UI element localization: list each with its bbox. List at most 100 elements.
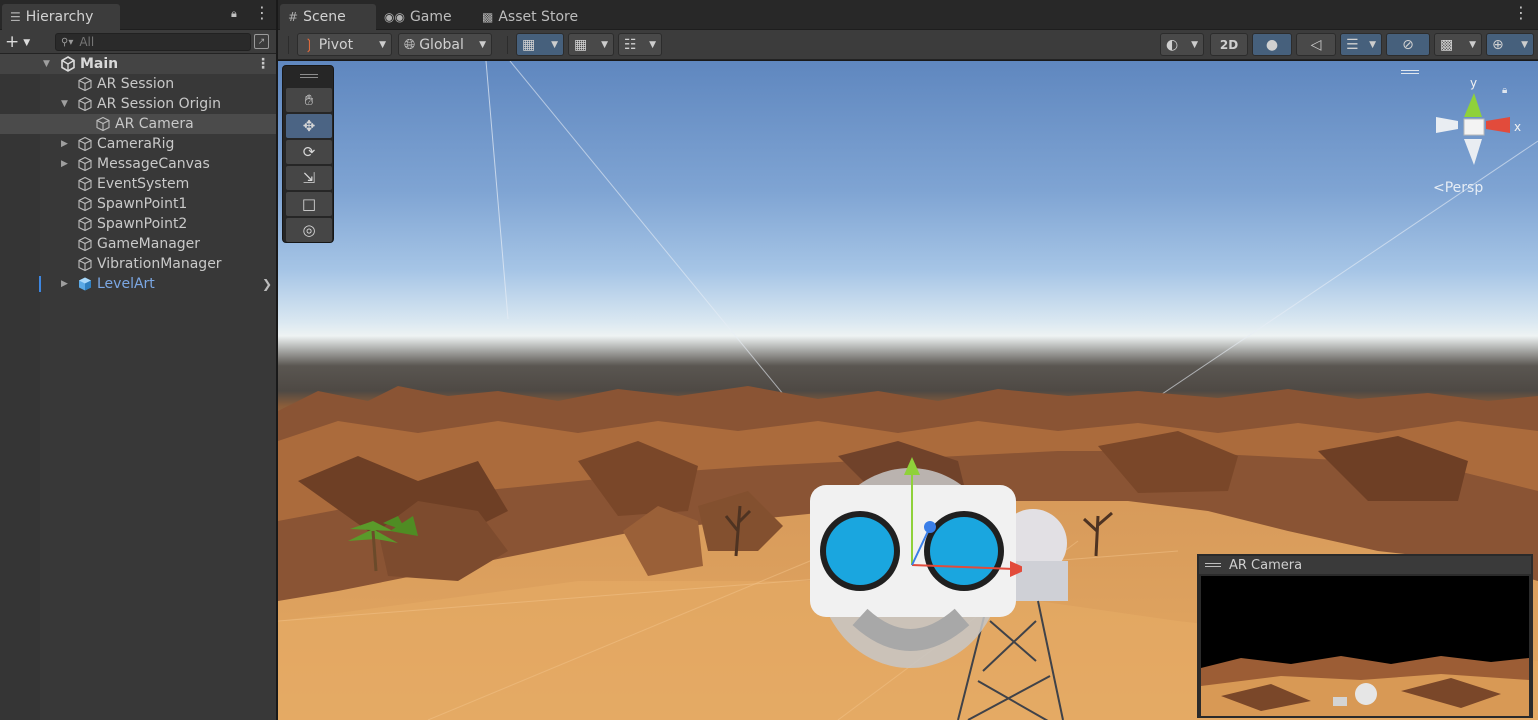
gameobject-icon xyxy=(78,236,92,252)
hierarchy-item[interactable]: ▶ CameraRig xyxy=(0,134,276,154)
hand-tool[interactable]: ✋︎ xyxy=(286,88,332,112)
scene-name: Main xyxy=(80,56,119,72)
camera-icon: ▩ xyxy=(1440,36,1454,53)
gizmo-x-label: x xyxy=(1514,120,1521,134)
transform-tool[interactable]: ◎ xyxy=(286,218,332,242)
hierarchy-search[interactable]: ⚲▾ xyxy=(55,33,251,51)
scene-search-icon[interactable]: ↗ xyxy=(254,34,269,49)
expanded-arrow-icon[interactable]: ▼ xyxy=(61,99,68,109)
draw-mode-dropdown[interactable]: ◐ ▼ xyxy=(1160,33,1204,56)
gizmo-icon: ⊕ xyxy=(1492,36,1504,53)
grid-visibility-toggle[interactable]: ▦ ▼ xyxy=(516,33,564,56)
gameobject-icon xyxy=(78,76,92,92)
scene-tabbar: # Scene ◉◉ Game ▩ Asset Store ⋮ xyxy=(278,0,1538,30)
ar-camera-gizmo-icon[interactable] xyxy=(792,453,1022,673)
chevron-down-icon: ▼ xyxy=(601,39,608,50)
tab-scene[interactable]: # Scene xyxy=(280,4,376,30)
unity-scene-icon xyxy=(61,56,75,72)
hierarchy-item[interactable]: SpawnPoint1 xyxy=(0,194,276,214)
chevron-down-icon: ▼ xyxy=(23,37,31,48)
projection-label[interactable]: <Persp xyxy=(1433,180,1483,196)
chevron-down-icon: ▼ xyxy=(1469,39,1476,50)
chevron-down-icon: ▼ xyxy=(1191,39,1198,50)
effects-dropdown[interactable]: ☰ ▼ xyxy=(1340,33,1382,56)
hierarchy-item-label: AR Camera xyxy=(115,116,194,132)
camera-preview-overlay[interactable]: AR Camera xyxy=(1197,554,1533,718)
gameobject-icon xyxy=(96,116,110,132)
hierarchy-toolbar: + ▼ ⚲▾ ↗ xyxy=(0,30,276,54)
gameobject-icon xyxy=(78,176,92,192)
lock-icon[interactable]: 🔒︎ xyxy=(231,7,237,21)
camera-preview-header[interactable]: AR Camera xyxy=(1199,556,1531,574)
global-dropdown[interactable]: 🌐︎ Global ▼ xyxy=(398,33,492,56)
scene-row-main[interactable]: ▼ Main ⋮ xyxy=(0,54,276,74)
collapsed-arrow-icon[interactable]: ▶ xyxy=(61,139,68,149)
grid-snapping-toggle[interactable]: ▦ ▼ xyxy=(568,33,614,56)
pivot-label: Pivot xyxy=(318,36,354,53)
snap-grid-icon: ▦ xyxy=(574,36,588,53)
grid-icon: ▦ xyxy=(522,36,536,53)
open-prefab-arrow-icon[interactable]: ❯ xyxy=(262,277,272,291)
hierarchy-item[interactable]: VibrationManager xyxy=(0,254,276,274)
hierarchy-tabbar: ☰ Hierarchy 🔒︎ ⋮ xyxy=(0,0,276,30)
hand-icon: ✋︎ xyxy=(304,91,314,109)
bag-icon: ▩ xyxy=(482,10,494,24)
tab-hierarchy[interactable]: ☰ Hierarchy xyxy=(2,4,120,30)
gizmo-lock-icon[interactable]: 🔒︎ xyxy=(1502,85,1507,96)
hierarchy-item-label: SpawnPoint2 xyxy=(97,216,188,232)
tool-palette: ✋︎ ✥ ⟳ ⇲ □ ◎ xyxy=(282,65,334,243)
persp-chevron-icon: < xyxy=(1433,180,1445,196)
rotate-icon: ⟳ xyxy=(302,143,316,161)
hierarchy-item[interactable]: SpawnPoint2 xyxy=(0,214,276,234)
chevron-down-icon: ▼ xyxy=(551,39,558,50)
camera-preview-title: AR Camera xyxy=(1229,557,1303,573)
hierarchy-item[interactable]: AR Session xyxy=(0,74,276,94)
pivot-dropdown[interactable]: ❳ Pivot ▼ xyxy=(297,33,392,56)
scene-toolbar: ❳ Pivot ▼ 🌐︎ Global ▼ ▦ ▼ ▦ ▼ ☷ ▼ ◐ ▼ 2D… xyxy=(278,30,1538,60)
camera-preview-grip[interactable] xyxy=(1205,563,1221,567)
lighting-toggle[interactable]: ● xyxy=(1252,33,1292,56)
layers-icon: ☰ xyxy=(1346,36,1359,53)
shading-icon: ◐ xyxy=(1166,36,1179,53)
create-button[interactable]: + ▼ xyxy=(5,32,41,52)
hierarchy-item[interactable]: ▼ AR Session Origin xyxy=(0,94,276,114)
hierarchy-item-selected[interactable]: AR Camera xyxy=(0,114,276,134)
expanded-arrow-icon[interactable]: ▼ xyxy=(43,59,50,69)
collapsed-arrow-icon[interactable]: ▶ xyxy=(61,159,68,169)
move-tool[interactable]: ✥ xyxy=(286,114,332,138)
scene-visibility-toggle[interactable]: ⊘ xyxy=(1386,33,1430,56)
tab-game[interactable]: ◉◉ Game xyxy=(376,4,468,30)
tab-asset-store[interactable]: ▩ Asset Store xyxy=(474,4,594,30)
increment-snap-dropdown[interactable]: ☷ ▼ xyxy=(618,33,662,56)
2d-toggle[interactable]: 2D xyxy=(1210,33,1248,56)
rotate-tool[interactable]: ⟳ xyxy=(286,140,332,164)
scene-menu-icon[interactable]: ⋮ xyxy=(1513,5,1529,21)
hierarchy-item-prefab[interactable]: ▶ LevelArt ❯ xyxy=(0,274,276,294)
hierarchy-item[interactable]: ▶ MessageCanvas xyxy=(0,154,276,174)
rect-tool[interactable]: □ xyxy=(286,192,332,216)
gamepad-icon: ◉◉ xyxy=(384,10,405,24)
hierarchy-item-label: EventSystem xyxy=(97,176,190,192)
search-input[interactable] xyxy=(79,35,240,49)
plus-icon: + xyxy=(5,31,20,52)
scene-viewport[interactable]: ✋︎ ✥ ⟳ ⇲ □ ◎ y x 🔒︎ <Persp AR Camera xyxy=(278,61,1538,720)
scale-tool[interactable]: ⇲ xyxy=(286,166,332,190)
tool-palette-grip[interactable] xyxy=(300,74,318,78)
audio-toggle[interactable]: ◁ xyxy=(1296,33,1336,56)
speaker-mute-icon: ◁ xyxy=(1310,36,1322,53)
hierarchy-item-label: GameManager xyxy=(97,236,201,252)
gameobject-icon xyxy=(78,256,92,272)
rect-icon: □ xyxy=(301,195,317,213)
hierarchy-item[interactable]: GameManager xyxy=(0,234,276,254)
lightbulb-icon: ● xyxy=(1265,36,1279,53)
chevron-down-icon: ▼ xyxy=(1521,39,1528,50)
scene-menu-icon[interactable]: ⋮ xyxy=(256,56,270,72)
overlay-grip[interactable] xyxy=(1401,70,1419,74)
hierarchy-menu-icon[interactable]: ⋮ xyxy=(254,5,270,21)
collapsed-arrow-icon[interactable]: ▶ xyxy=(61,279,68,289)
camera-dropdown[interactable]: ▩ ▼ xyxy=(1434,33,1482,56)
move-icon: ✥ xyxy=(302,117,316,135)
toolbar-separator xyxy=(507,36,508,54)
gizmos-dropdown[interactable]: ⊕ ▼ xyxy=(1486,33,1534,56)
hierarchy-item[interactable]: EventSystem xyxy=(0,174,276,194)
